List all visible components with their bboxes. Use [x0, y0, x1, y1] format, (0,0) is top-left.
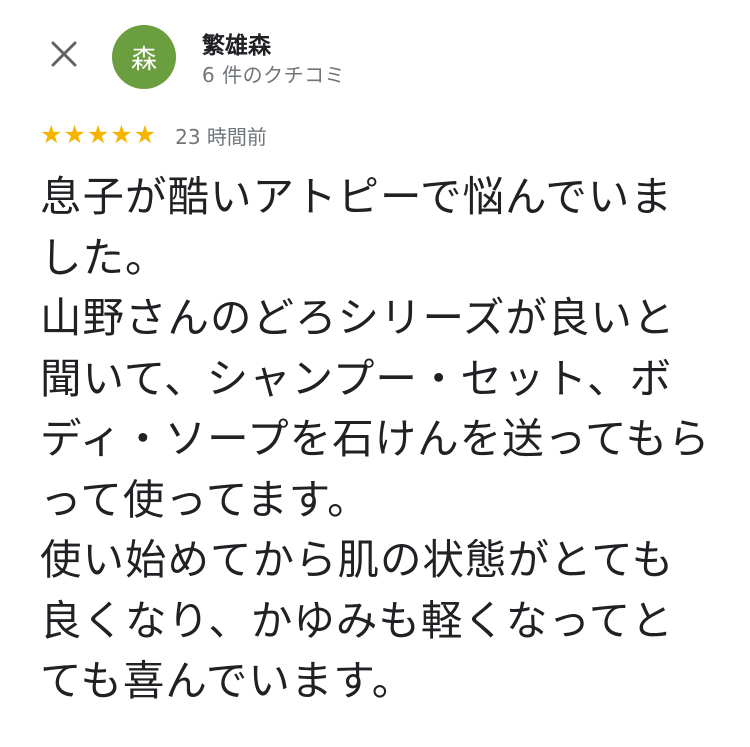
review-text: 息子が酷いアトピーで悩んでいました。 山野さんのどろシリーズが良いと聞いて、シャ…	[40, 172, 711, 705]
review-count: 6 件のクチコミ	[202, 63, 346, 87]
avatar[interactable]: 森	[112, 25, 176, 89]
avatar-initial: 森	[130, 44, 157, 75]
star-icon: ★	[110, 120, 133, 149]
close-button[interactable]	[40, 30, 88, 78]
reviewer-name[interactable]: 繁雄森	[202, 26, 271, 60]
star-rating: ★ ★ ★ ★ ★	[40, 121, 157, 149]
star-icon: ★	[63, 120, 86, 149]
close-icon	[51, 41, 77, 67]
star-icon: ★	[133, 120, 157, 149]
review-time: 23 時間前	[175, 124, 267, 149]
star-icon: ★	[86, 120, 110, 149]
rating-row: ★ ★ ★ ★ ★ 23 時間前	[40, 121, 267, 149]
star-icon: ★	[40, 120, 63, 149]
